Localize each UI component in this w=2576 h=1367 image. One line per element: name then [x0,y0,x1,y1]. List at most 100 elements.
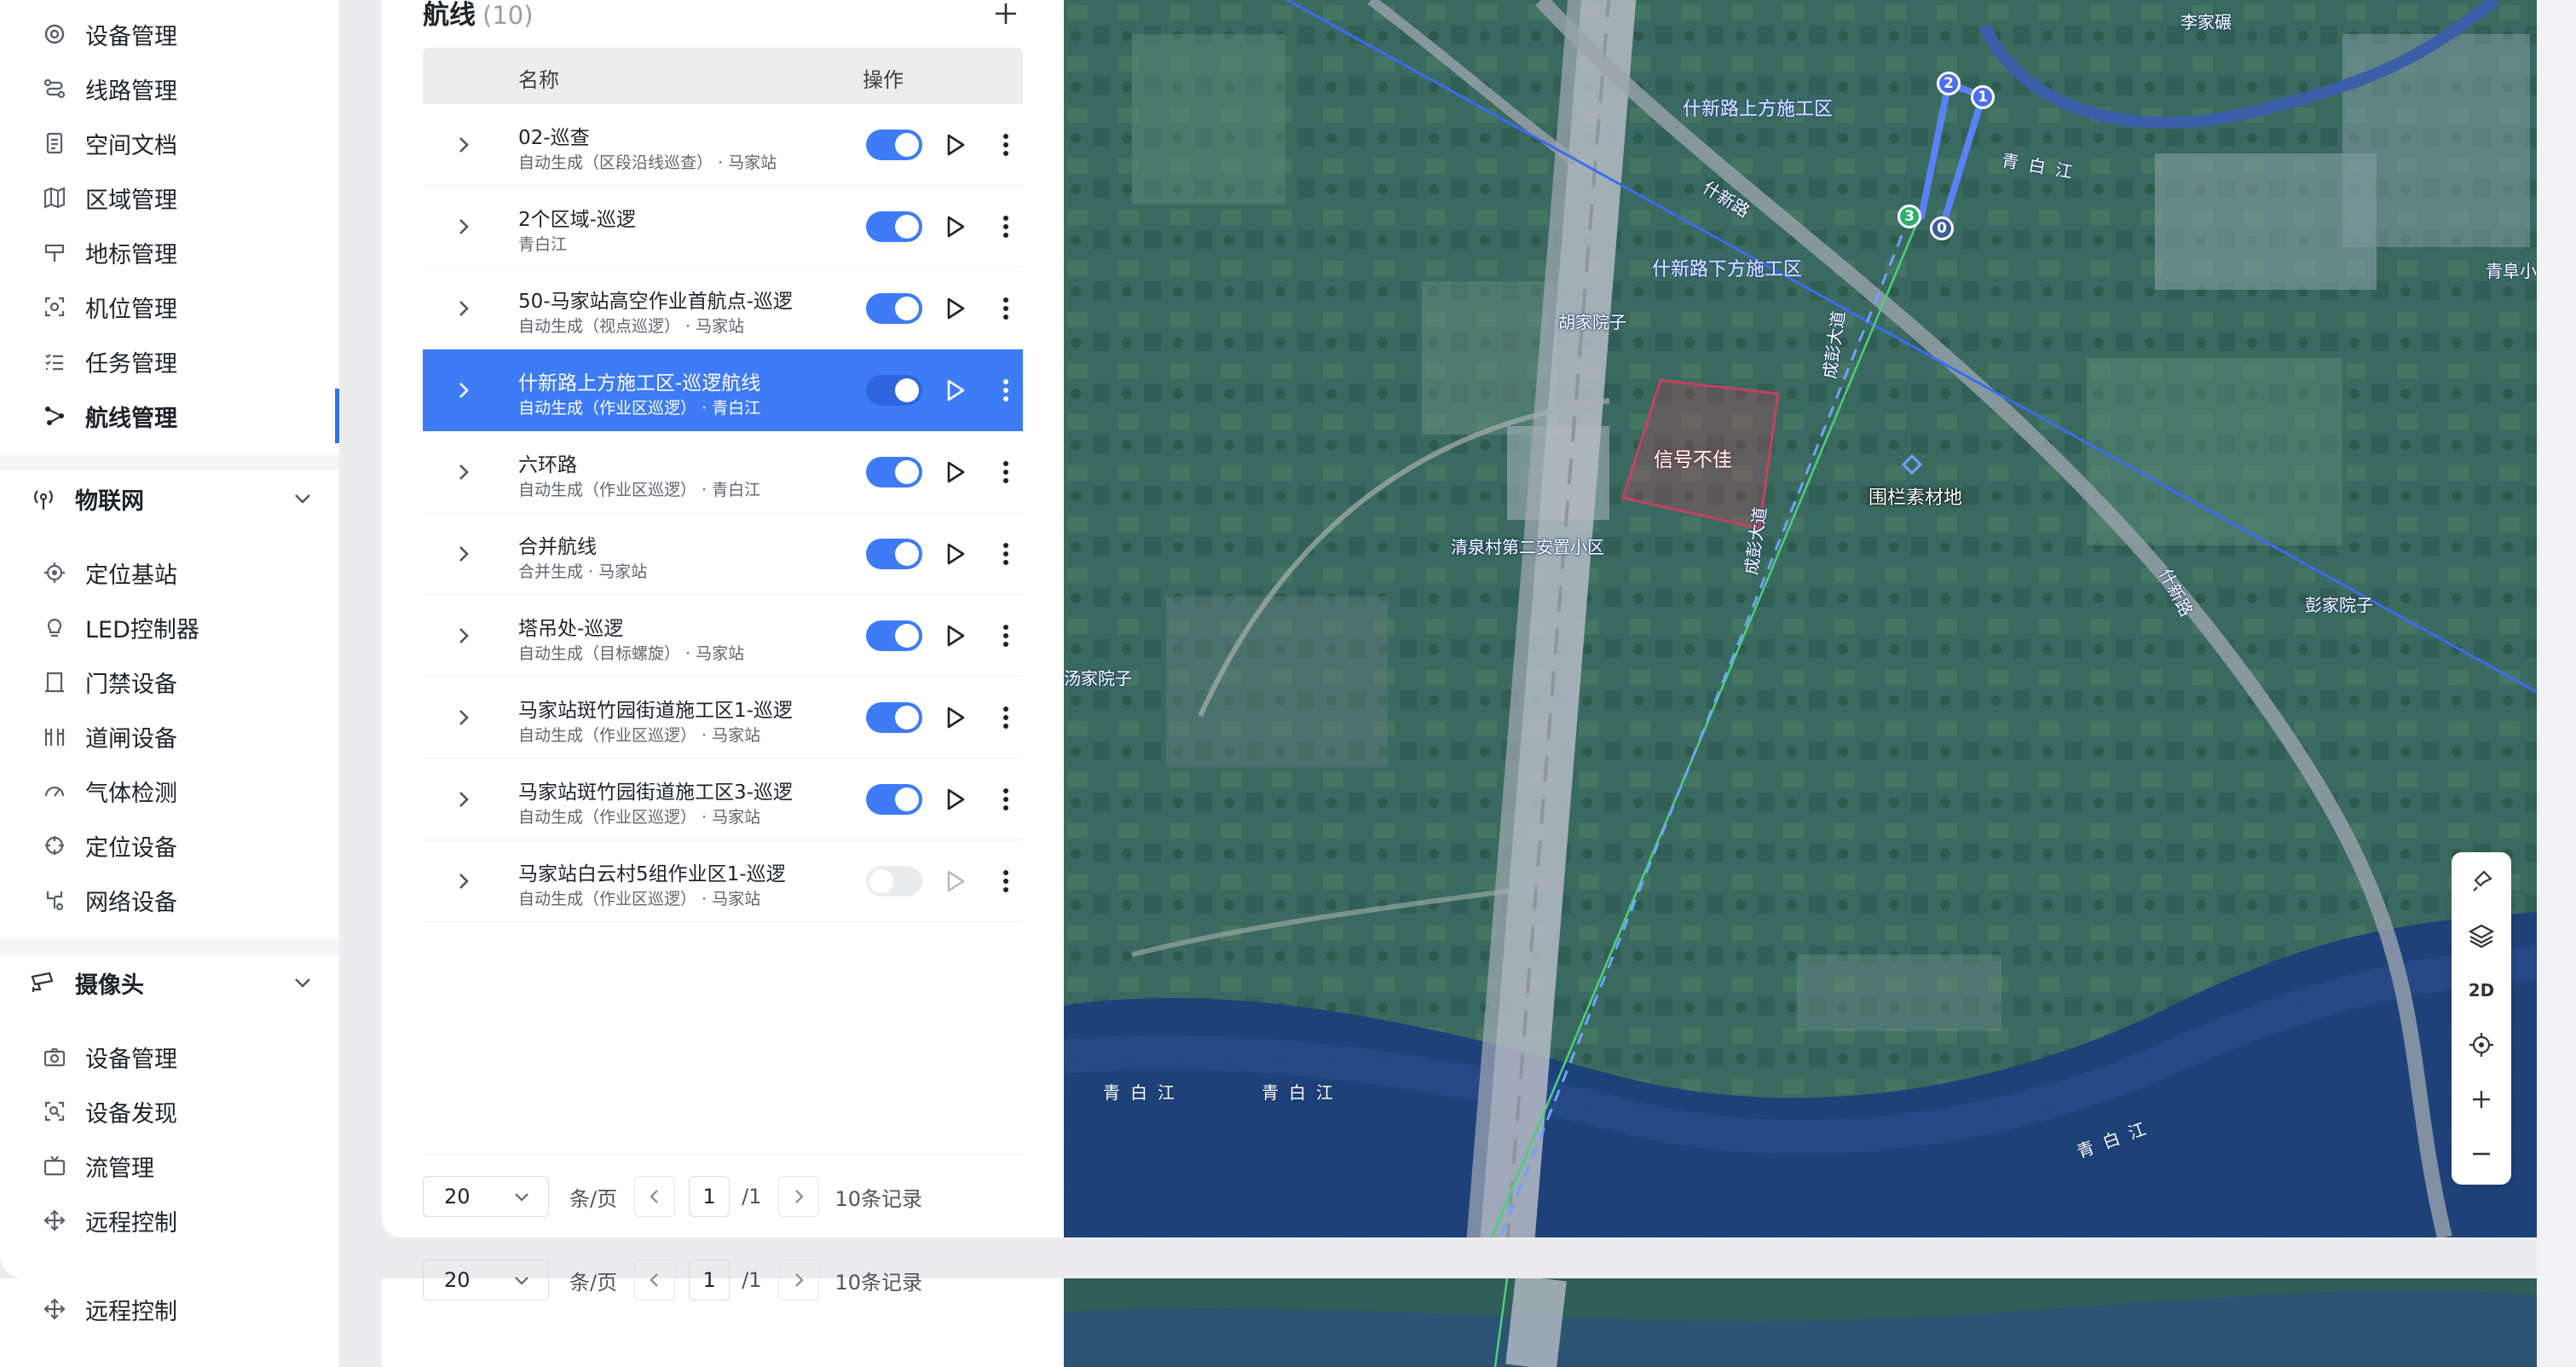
waypoint-2[interactable]: 2 [1937,72,1961,95]
chevron-right-icon[interactable] [450,131,477,159]
chevron-right-icon[interactable] [450,295,477,322]
view-mode-button[interactable]: 2D [2464,973,2498,1007]
route-enable-toggle[interactable] [866,130,922,160]
chevron-right-icon[interactable] [450,377,477,404]
play-icon[interactable] [939,784,970,815]
route-enable-toggle[interactable] [866,293,922,324]
more-vertical-icon[interactable] [991,211,1021,242]
waypoint-1[interactable]: 1 [1971,85,1995,109]
more-vertical-icon[interactable] [991,620,1021,651]
sidebar-item-gas[interactable]: 气体检测 [0,764,339,818]
sidebar-item-gate[interactable]: 门禁设备 [0,655,339,709]
route-row[interactable]: 马家站斑竹园街道施工区1-巡逻 自动生成（作业区巡逻） · 马家站 [423,677,1023,758]
sidebar-item-device[interactable]: 设备管理 [0,7,339,61]
sidebar-item-locate[interactable]: 定位设备 [0,818,339,873]
sidebar-item-camera-device[interactable]: 设备管理 [0,1030,339,1084]
chevron-right-icon[interactable] [450,622,477,649]
play-icon[interactable] [939,293,970,324]
sidebar-item-document[interactable]: 空间文档 [0,116,339,170]
play-icon[interactable] [939,375,970,406]
pin-tool-icon [2473,870,2492,891]
map-label-river: 青白江 [1103,1082,1185,1103]
route-enable-toggle[interactable] [866,211,922,242]
play-icon[interactable] [939,130,970,160]
sidebar-item-flight-route[interactable]: 航线管理 [0,389,339,443]
page-input[interactable]: 1 [689,1260,731,1301]
route-enable-toggle[interactable] [866,457,922,487]
play-icon[interactable] [939,457,970,487]
route-row[interactable]: 六环路 自动生成（作业区巡逻） · 青白江 [423,431,1023,513]
route-enable-toggle[interactable] [866,784,922,815]
play-icon[interactable] [939,866,970,897]
sidebar-item-remote-ghost[interactable]: 远程控制 [0,1282,339,1336]
prev-page-button[interactable] [634,1260,676,1301]
route-row[interactable]: 塔吊处-巡逻 自动生成（目标螺旋） · 马家站 [423,595,1023,677]
zoom-out-button[interactable] [2464,1137,2498,1171]
more-vertical-icon[interactable] [991,784,1021,815]
more-vertical-icon[interactable] [991,866,1021,897]
waypoint-3[interactable]: 3 [1897,205,1921,228]
sidebar-item-area[interactable]: 区域管理 [0,170,339,225]
sidebar-item-camera-position[interactable]: 机位管理 [0,280,339,334]
page-size-select[interactable]: 20 [423,1260,549,1301]
chevron-right-icon[interactable] [450,540,477,568]
sidebar-item-remote[interactable]: 远程控制 [0,1193,339,1248]
play-icon[interactable] [939,211,970,242]
sidebar-item-network[interactable]: 网络设备 [0,873,339,927]
more-vertical-icon[interactable] [991,375,1021,406]
chevron-right-icon[interactable] [450,786,477,813]
chevron-right-icon[interactable] [450,868,477,895]
device-icon [41,20,68,48]
next-page-button[interactable] [778,1260,820,1301]
play-icon[interactable] [939,539,970,569]
next-page-button[interactable] [778,1176,820,1217]
sidebar-item-discover[interactable]: 设备发现 [0,1084,339,1139]
route-row[interactable]: 马家站斑竹园街道施工区3-巡逻 自动生成（作业区巡逻） · 马家站 [423,758,1023,840]
route-enable-toggle[interactable] [866,866,922,897]
play-icon[interactable] [939,702,970,733]
scan-icon [41,1098,68,1125]
area-map-icon [41,184,68,211]
sidebar-item-barrier[interactable]: 道闸设备 [0,709,339,764]
sidebar-item-label: 地标管理 [85,241,177,268]
more-vertical-icon[interactable] [991,457,1021,487]
route-row[interactable]: 合并航线 合并生成 · 马家站 [423,513,1023,595]
zoom-in-button[interactable] [2464,1082,2498,1116]
map-label-district: 青阜小区 [2486,261,2537,281]
more-vertical-icon[interactable] [991,130,1021,160]
route-row[interactable]: 马家站白云村5组作业区1-巡逻 自动生成（作业区巡逻） · 马家站 [423,840,1023,922]
sidebar-item-led[interactable]: LED控制器 [0,600,339,655]
more-vertical-icon[interactable] [991,702,1021,733]
sidebar-item-task[interactable]: 任务管理 [0,334,339,389]
route-row[interactable]: 什新路上方施工区-巡逻航线 自动生成（作业区巡逻） · 青白江 [423,349,1023,431]
route-row[interactable]: 02-巡查 自动生成（区段沿线巡查） · 马家站 [423,104,1023,186]
group-camera[interactable]: 摄像头 [0,953,339,1012]
map-view[interactable]: 0 1 2 3 什新路上方施工区 什新路下方施工区 什新路 什新路 成彭大道 成… [1064,0,2537,1237]
waypoint-0[interactable]: 0 [1930,216,1954,240]
sidebar-item-stream[interactable]: 流管理 [0,1139,339,1193]
route-enable-toggle[interactable] [866,539,922,569]
more-vertical-icon[interactable] [991,539,1021,569]
add-icon[interactable] [989,0,1023,31]
page-input[interactable]: 1 [689,1176,731,1217]
play-icon[interactable] [939,620,970,651]
sidebar-item-route-line[interactable]: 线路管理 [0,61,339,116]
sidebar-item-base-station[interactable]: 定位基站 [0,545,339,600]
route-row[interactable]: 2个区域-巡逻 青白江 [423,186,1023,268]
route-enable-toggle[interactable] [866,620,922,651]
chevron-right-icon[interactable] [450,213,477,240]
route-enable-toggle[interactable] [866,375,922,406]
prev-page-button[interactable] [634,1176,676,1217]
chevron-right-icon[interactable] [450,704,477,731]
route-enable-toggle[interactable] [866,702,922,733]
ruler-tool-button[interactable] [2464,864,2498,898]
sidebar-item-landmark[interactable]: 地标管理 [0,225,339,280]
more-vertical-icon[interactable] [991,293,1021,324]
chevron-right-icon[interactable] [450,459,477,486]
page-size-select[interactable]: 20 [423,1176,549,1217]
locate-button[interactable] [2464,1028,2498,1062]
group-iot[interactable]: 物联网 [0,469,339,528]
layers-button[interactable] [2464,919,2498,953]
route-row[interactable]: 50-马家站高空作业首航点-巡逻 自动生成（视点巡逻） · 马家站 [423,268,1023,349]
route-source: 青白江 [518,235,568,254]
